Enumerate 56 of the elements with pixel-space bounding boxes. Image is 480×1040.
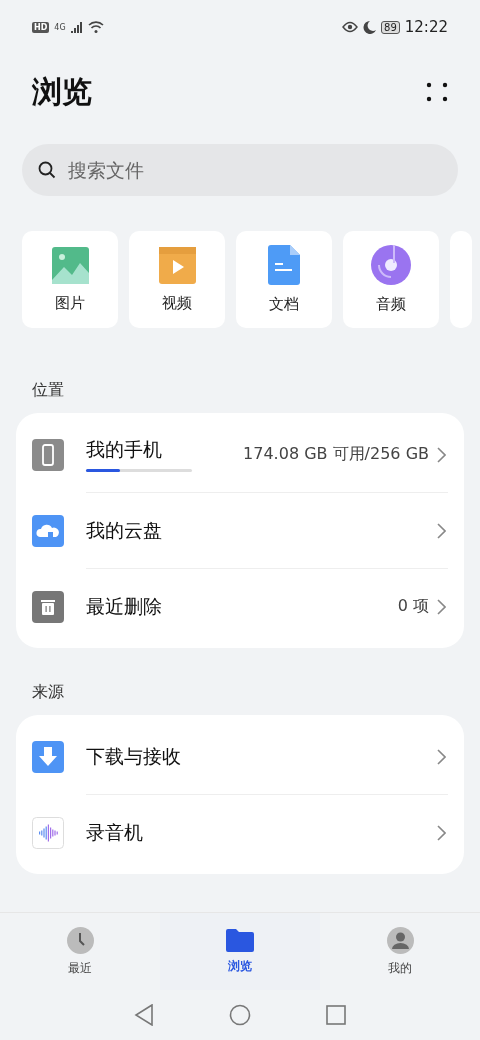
eye-icon xyxy=(342,21,359,33)
item-label: 录音机 xyxy=(86,819,144,845)
waveform-icon xyxy=(32,816,64,849)
clock-time: 12:22 xyxy=(404,18,448,36)
list-item[interactable]: 我的手机 174.08 GB 可用/256 GB xyxy=(16,417,464,492)
category-card[interactable]: 音频 xyxy=(343,231,439,328)
item-detail: 0 项 xyxy=(397,596,429,617)
clock-icon xyxy=(66,926,94,954)
category-label: 文档 xyxy=(269,295,299,314)
list-item[interactable]: 录音机 xyxy=(16,795,464,870)
category-label: 视频 xyxy=(162,293,192,313)
more-icon[interactable] xyxy=(426,82,448,102)
item-detail: 174.08 GB 可用/256 GB xyxy=(243,444,429,465)
image-icon xyxy=(51,246,89,284)
section-title: 来源 xyxy=(31,681,65,703)
category-card[interactable]: 文档 xyxy=(236,231,332,328)
wifi-icon xyxy=(87,21,104,33)
video-icon xyxy=(158,246,196,284)
nav-tab[interactable]: 最近 xyxy=(0,913,160,990)
search-icon xyxy=(38,161,56,179)
category-card[interactable]: 视频 xyxy=(129,231,225,328)
item-label: 下载与接收 xyxy=(86,743,182,769)
item-label: 最近删除 xyxy=(86,593,163,619)
download-icon xyxy=(32,740,64,773)
search-field[interactable]: 搜索文件 xyxy=(22,144,458,196)
chevron-icon xyxy=(437,824,446,841)
network-label: 4G xyxy=(54,22,66,32)
document-icon xyxy=(268,245,300,285)
chevron-icon xyxy=(437,522,446,539)
nav-tab[interactable]: 我的 xyxy=(320,913,480,990)
hd-badge: HD xyxy=(32,21,50,33)
section-title: 位置 xyxy=(31,379,65,401)
recents-icon[interactable] xyxy=(326,1005,346,1025)
signal-icon xyxy=(70,21,83,33)
chevron-icon xyxy=(437,748,446,765)
list-item[interactable]: 下载与接收 xyxy=(16,719,464,794)
list-item[interactable]: 我的云盘 xyxy=(16,493,464,568)
home-icon[interactable] xyxy=(229,1004,251,1026)
category-label: 图片 xyxy=(55,293,85,313)
battery-indicator: 89 xyxy=(381,20,400,34)
category-card[interactable]: 图片 xyxy=(22,231,118,328)
cloud-icon xyxy=(32,514,64,547)
chevron-icon xyxy=(437,598,446,615)
moon-icon xyxy=(363,20,377,34)
chevron-icon xyxy=(437,446,446,463)
folder-icon xyxy=(226,928,254,952)
trash-icon xyxy=(32,590,64,623)
avatar-icon xyxy=(386,926,414,954)
item-label: 我的手机 xyxy=(86,437,163,462)
list-item[interactable]: 最近删除 0 项 xyxy=(16,569,464,644)
back-icon[interactable] xyxy=(134,1004,154,1026)
category-label: 音频 xyxy=(376,295,406,314)
phone-icon xyxy=(32,438,64,471)
item-label: 我的云盘 xyxy=(86,517,163,543)
page-title: 浏览 xyxy=(32,72,92,111)
disc-icon xyxy=(371,245,411,285)
